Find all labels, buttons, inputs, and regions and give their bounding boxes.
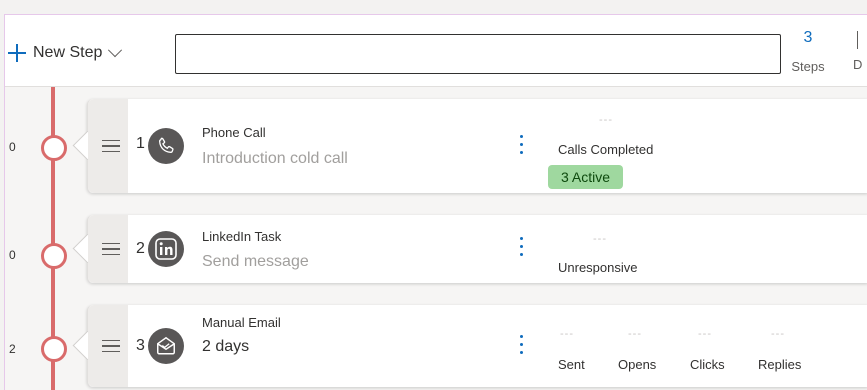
metric-value: --- [599,114,613,126]
step-subtitle: Introduction cold call [202,150,348,167]
search-input[interactable] [175,34,781,74]
step-subtitle: Send message [202,253,309,270]
drag-handle-icon [102,140,120,152]
drag-handle[interactable] [88,305,128,387]
plus-icon [7,43,27,63]
metric-value: --- [560,328,574,340]
steps-label: Steps [791,59,825,74]
metric-label-replies: Replies [758,357,802,372]
phone-icon [148,128,184,164]
step-title: LinkedIn Task [202,229,282,244]
step-number: 3 [136,337,145,354]
metric-label: Calls Completed [558,142,654,157]
timeline-node[interactable] [41,135,67,161]
step-number: 2 [136,240,145,257]
more-options-icon[interactable] [520,335,524,357]
step-card-linkedin-task[interactable]: 2 LinkedIn Task Send message --- Unrespo… [87,215,867,283]
drag-handle-icon [102,340,120,352]
step-subtitle: 2 days [202,338,250,355]
metric-label-opens: Opens [618,357,657,372]
step-count: 2 [9,342,16,356]
metric-value: --- [628,328,642,340]
linkedin-icon [148,231,184,267]
days-count [857,31,858,49]
step-card-phone-call[interactable]: 1 Phone Call Introduction cold call --- … [87,99,867,193]
step-card-manual-email[interactable]: 3 Manual Email 2 days --- Sent --- Opens… [87,305,867,387]
more-options-icon[interactable] [520,135,524,157]
drag-handle[interactable] [88,99,128,193]
metric-label-clicks: Clicks [690,357,725,372]
metric-label: Unresponsive [558,260,638,275]
metric-value: --- [771,328,785,340]
drag-handle[interactable] [88,215,128,283]
days-stat[interactable]: D [853,29,867,72]
step-count: 0 [9,140,16,154]
step-title: Manual Email [202,315,281,330]
toolbar: New Step 3 Steps D [5,15,867,87]
drag-handle-icon [102,243,120,255]
steps-stat[interactable]: 3 Steps [786,29,830,74]
step-number: 1 [136,135,145,152]
timeline-node[interactable] [41,243,67,269]
metric-value: --- [593,233,607,245]
step-count: 0 [9,248,16,262]
more-options-icon[interactable] [520,237,524,259]
new-step-label: New Step [33,44,103,61]
days-label: D [853,57,863,72]
metric-label-sent: Sent [558,357,585,372]
new-step-button[interactable]: New Step [7,39,123,67]
email-icon [148,328,184,364]
metric-value: --- [698,328,712,340]
status-badge: 3 Active [548,165,624,189]
sequence-editor: New Step 3 Steps D 0 1 Phone Call Introd… [4,14,867,390]
timeline-node[interactable] [41,336,67,362]
chevron-down-icon [108,43,123,58]
steps-count: 3 [803,29,813,46]
step-title: Phone Call [202,125,266,140]
